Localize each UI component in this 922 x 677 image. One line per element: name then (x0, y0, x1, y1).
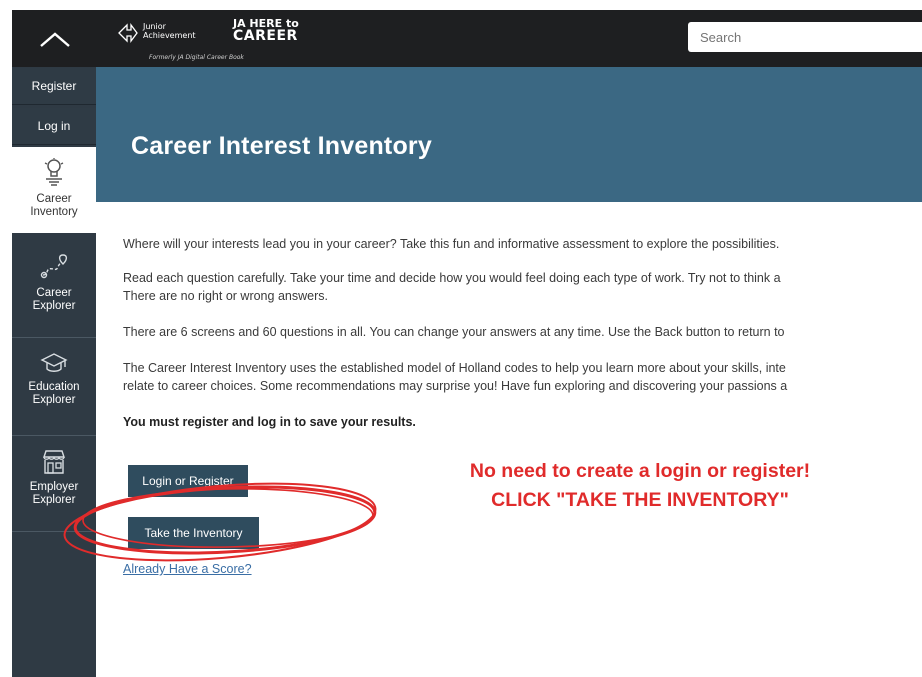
intro-paragraph-2-line1: Read each question carefully. Take your … (123, 271, 781, 285)
sidebar-item-label: Explorer (32, 300, 76, 312)
sidebar-item-career-inventory[interactable]: Career Inventory (12, 147, 96, 233)
intro-paragraph-4-line1: The Career Interest Inventory uses the e… (123, 361, 786, 375)
callout-line1: No need to create a login or register! (469, 460, 811, 482)
logo-org-name: Junior Achievement (143, 22, 196, 40)
sidebar: Register Log in Career Inventory Career … (12, 67, 96, 677)
sidebar-item-label: Inventory (30, 206, 78, 218)
sidebar-divider (12, 435, 96, 436)
already-have-score-link[interactable]: Already Have a Score? (123, 562, 252, 576)
sidebar-item-label: Explorer (32, 494, 76, 506)
ja-logo[interactable]: Junior Achievement JA HERE to CAREER For… (117, 16, 317, 62)
intro-paragraph-2-line2: There are no right or wrong answers. (123, 289, 328, 303)
sidebar-item-label: Career (36, 287, 72, 299)
take-inventory-button[interactable]: Take the Inventory (128, 517, 259, 549)
page-banner: Career Interest Inventory (96, 67, 922, 202)
intro-paragraph-3: There are 6 screens and 60 questions in … (123, 325, 785, 339)
logo-tagline: Formerly JA Digital Career Book (149, 54, 244, 61)
intro-paragraph-4-line2: relate to career choices. Some recommend… (123, 379, 788, 393)
register-notice: You must register and log in to save you… (123, 415, 416, 429)
sidebar-login-link[interactable]: Log in (12, 108, 96, 145)
sidebar-item-label: Explorer (32, 394, 76, 406)
callout-annotation: No need to create a login or register! C… (400, 457, 880, 515)
callout-line2: CLICK "TAKE THE INVENTORY" (491, 489, 789, 511)
page-title: Career Interest Inventory (131, 132, 432, 160)
sidebar-item-education-explorer[interactable]: Education Explorer (12, 351, 96, 407)
map-path-icon (40, 254, 68, 279)
logo-brand: JA HERE to CAREER (233, 18, 299, 44)
sidebar-item-career-explorer[interactable]: Career Explorer (12, 253, 96, 313)
logo-line1: Junior (143, 22, 166, 31)
sidebar-item-label: Employer (29, 481, 79, 493)
ja-logo-mark-icon (118, 23, 138, 43)
logo-brand-bottom: CAREER (233, 28, 298, 44)
chevron-up-icon[interactable] (32, 24, 78, 54)
intro-paragraph-1: Where will your interests lead you in yo… (123, 237, 780, 251)
sidebar-divider (12, 531, 96, 532)
sidebar-item-employer-explorer[interactable]: Employer Explorer (12, 449, 96, 507)
sidebar-item-label: Career (36, 193, 72, 205)
graduation-cap-icon (40, 353, 68, 372)
storefront-icon (43, 450, 65, 474)
logo-line2: Achievement (143, 31, 196, 40)
search-input[interactable] (688, 22, 922, 52)
sidebar-register-link[interactable]: Register (12, 68, 96, 105)
sidebar-item-label: Education (28, 381, 80, 393)
sidebar-divider (12, 337, 96, 338)
login-or-register-button[interactable]: Login or Register (128, 465, 248, 497)
lightbulb-icon (44, 158, 64, 186)
top-bar: Junior Achievement JA HERE to CAREER For… (12, 10, 922, 67)
